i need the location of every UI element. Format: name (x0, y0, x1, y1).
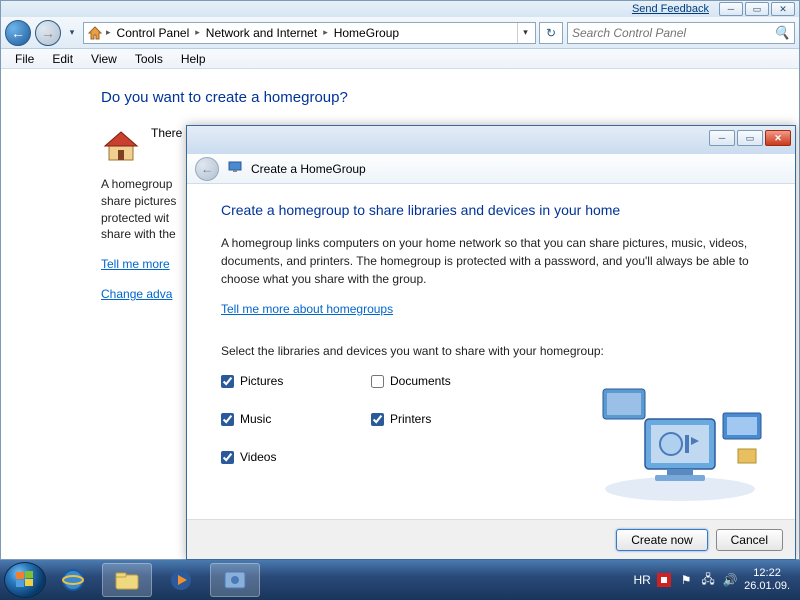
pictures-checkbox[interactable]: Pictures (221, 374, 371, 388)
create-now-button[interactable]: Create now (616, 529, 707, 551)
clock[interactable]: 12:22 26.01.09. (744, 567, 790, 593)
dialog-back-button[interactable]: ← (195, 157, 219, 181)
address-bar[interactable]: ▸ Control Panel ▸ Network and Internet ▸… (83, 22, 536, 44)
monitor-icon (227, 159, 243, 178)
homegroup-icon (101, 126, 141, 166)
dialog-description: A homegroup links computers on your home… (221, 234, 761, 288)
tell-me-more-link[interactable]: Tell me more (101, 257, 170, 271)
chevron-right-icon: ▸ (321, 27, 330, 38)
search-icon[interactable]: 🔍 (774, 25, 790, 41)
homegroup-illustration (595, 369, 765, 509)
dialog-header: ← Create a HomeGroup (187, 154, 795, 184)
dialog-titlebar: ─ ▭ ✕ (187, 126, 795, 154)
videos-checkbox[interactable]: Videos (221, 450, 371, 464)
dialog-body: Create a homegroup to share libraries an… (187, 184, 795, 519)
menu-edit[interactable]: Edit (44, 50, 81, 68)
network-icon[interactable]: 🖧 (700, 572, 716, 588)
taskbar-control-panel[interactable] (210, 563, 260, 597)
breadcrumb-item[interactable]: Control Panel (113, 26, 194, 40)
taskbar: HR ⚑ 🖧 🔊 12:22 26.01.09. (0, 560, 800, 600)
send-feedback-link[interactable]: Send Feedback (632, 3, 709, 15)
address-dropdown[interactable]: ▾ (517, 23, 533, 43)
dialog-close-button[interactable]: ✕ (765, 130, 791, 146)
change-advanced-link[interactable]: Change adva (101, 287, 172, 301)
breadcrumb-item[interactable]: HomeGroup (330, 26, 403, 40)
language-indicator[interactable]: HR (634, 572, 650, 588)
back-button[interactable]: ← (5, 20, 31, 46)
window-titlebar: Send Feedback ─ ▭ ✕ (1, 1, 799, 17)
dialog-heading: Create a homegroup to share libraries an… (221, 202, 761, 218)
menu-help[interactable]: Help (173, 50, 214, 68)
taskbar-ie[interactable] (48, 563, 98, 597)
maximize-button[interactable]: ▭ (745, 2, 769, 16)
printers-checkbox[interactable]: Printers (371, 412, 521, 426)
home-icon (86, 24, 104, 42)
dialog-minimize-button[interactable]: ─ (709, 130, 735, 146)
search-box[interactable]: 🔍 (567, 22, 795, 44)
time-text: 12:22 (744, 567, 790, 580)
forward-button[interactable]: → (35, 20, 61, 46)
dialog-footer: Create now Cancel (187, 519, 795, 559)
documents-checkbox[interactable]: Documents (371, 374, 521, 388)
flag-icon[interactable]: ⚑ (678, 572, 694, 588)
antivirus-icon[interactable] (656, 572, 672, 588)
dialog-maximize-button[interactable]: ▭ (737, 130, 763, 146)
nav-history-dropdown[interactable]: ▾ (65, 23, 79, 43)
volume-icon[interactable]: 🔊 (722, 572, 738, 588)
taskbar-explorer[interactable] (102, 563, 152, 597)
minimize-button[interactable]: ─ (719, 2, 743, 16)
page-heading: Do you want to create a homegroup? (101, 89, 769, 106)
menu-tools[interactable]: Tools (127, 50, 171, 68)
refresh-button[interactable]: ↻ (539, 22, 563, 44)
homegroups-help-link[interactable]: Tell me more about homegroups (221, 302, 393, 316)
chevron-right-icon: ▸ (104, 27, 113, 38)
subheading: There (151, 126, 182, 140)
close-button[interactable]: ✕ (771, 2, 795, 16)
search-input[interactable] (572, 26, 774, 40)
menu-view[interactable]: View (83, 50, 125, 68)
create-homegroup-dialog: ─ ▭ ✕ ← Create a HomeGroup Create a home… (186, 125, 796, 560)
date-text: 26.01.09. (744, 580, 790, 593)
menu-bar: File Edit View Tools Help (1, 49, 799, 69)
navigation-bar: ← → ▾ ▸ Control Panel ▸ Network and Inte… (1, 17, 799, 49)
start-button[interactable] (4, 562, 46, 598)
breadcrumb-item[interactable]: Network and Internet (202, 26, 321, 40)
select-label: Select the libraries and devices you wan… (221, 342, 761, 360)
dialog-title: Create a HomeGroup (251, 162, 366, 176)
system-tray: HR ⚑ 🖧 🔊 12:22 26.01.09. (634, 567, 796, 593)
menu-file[interactable]: File (7, 50, 42, 68)
taskbar-media-player[interactable] (156, 563, 206, 597)
music-checkbox[interactable]: Music (221, 412, 371, 426)
cancel-button[interactable]: Cancel (716, 529, 783, 551)
chevron-right-icon: ▸ (193, 27, 202, 38)
